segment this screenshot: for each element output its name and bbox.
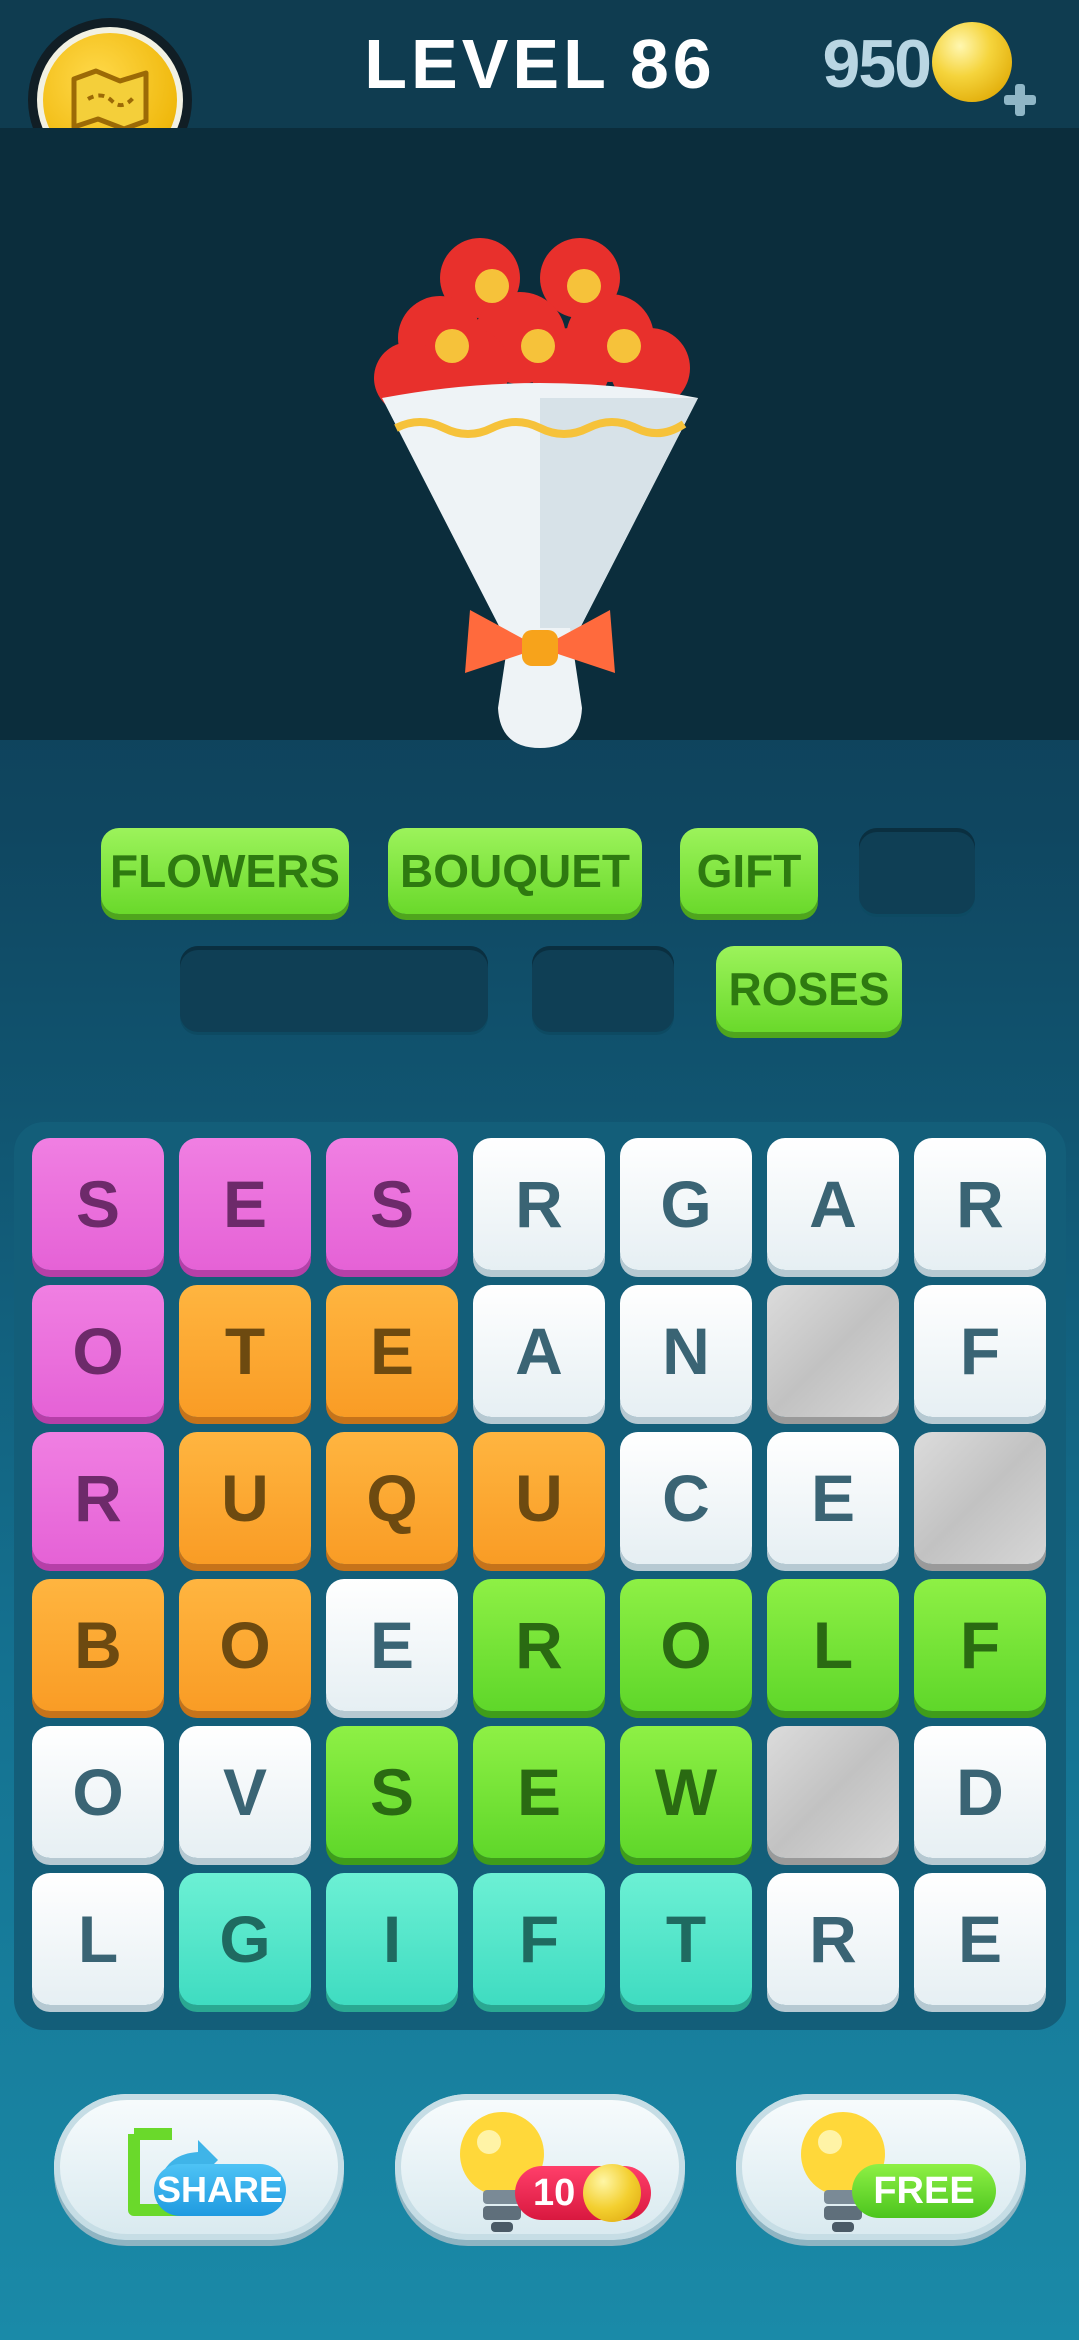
coin-count: 950 xyxy=(822,26,932,102)
letter-tile[interactable]: A xyxy=(767,1138,899,1270)
answer-slots: FLOWERS BOUQUET GIFT ROSES xyxy=(0,740,1079,1120)
answer-slot-5 xyxy=(180,946,488,1032)
letter-tile[interactable]: O xyxy=(32,1726,164,1858)
letter-tile[interactable]: I xyxy=(326,1873,458,2005)
letter-tile[interactable]: E xyxy=(326,1579,458,1711)
letter-tile[interactable]: E xyxy=(914,1873,1046,2005)
coin-icon xyxy=(583,2164,641,2222)
letter-grid: SESRGAROTEANFRUQUCEBOEROLFOVSEWDLGIFTRE xyxy=(14,1122,1066,2030)
letter-tile[interactable]: E xyxy=(473,1726,605,1858)
letter-tile[interactable]: V xyxy=(179,1726,311,1858)
free-label: FREE xyxy=(852,2164,996,2218)
letter-tile[interactable]: F xyxy=(473,1873,605,2005)
hint-button[interactable]: 10 xyxy=(395,2094,685,2240)
bouquet-icon xyxy=(374,238,698,748)
letter-tile[interactable]: G xyxy=(620,1138,752,1270)
letter-tile[interactable]: O xyxy=(32,1285,164,1417)
letter-tile[interactable]: R xyxy=(473,1579,605,1711)
letter-tile[interactable]: R xyxy=(473,1138,605,1270)
share-label: SHARE xyxy=(154,2164,286,2216)
game-screen: LEVEL 86 950 FLOWERS BOUQUET GIFT ROSES … xyxy=(0,0,1079,2340)
plus-icon[interactable] xyxy=(1000,80,1040,120)
letter-tile[interactable]: T xyxy=(179,1285,311,1417)
answer-slot-2: BOUQUET xyxy=(388,828,642,914)
letter-tile[interactable]: A xyxy=(473,1285,605,1417)
answer-slot-4 xyxy=(859,828,975,914)
letter-tile[interactable]: B xyxy=(32,1579,164,1711)
stone-tile xyxy=(767,1285,899,1417)
letter-tile[interactable]: F xyxy=(914,1579,1046,1711)
letter-tile[interactable]: C xyxy=(620,1432,752,1564)
clue-picture xyxy=(0,128,1079,748)
answer-slot-1: FLOWERS xyxy=(101,828,349,914)
stone-tile xyxy=(914,1432,1046,1564)
letter-tile[interactable]: W xyxy=(620,1726,752,1858)
letter-tile[interactable]: O xyxy=(620,1579,752,1711)
letter-tile[interactable]: E xyxy=(326,1285,458,1417)
letter-tile[interactable]: E xyxy=(179,1138,311,1270)
letter-tile[interactable]: S xyxy=(326,1726,458,1858)
letter-tile[interactable]: G xyxy=(179,1873,311,2005)
letter-tile[interactable]: R xyxy=(32,1432,164,1564)
letter-tile[interactable]: S xyxy=(32,1138,164,1270)
answer-slot-6 xyxy=(532,946,674,1032)
letter-tile[interactable]: S xyxy=(326,1138,458,1270)
answer-slot-3: GIFT xyxy=(680,828,818,914)
letter-tile[interactable]: T xyxy=(620,1873,752,2005)
stone-tile xyxy=(767,1726,899,1858)
letter-tile[interactable]: Q xyxy=(326,1432,458,1564)
level-number: 86 xyxy=(629,25,716,103)
letter-tile[interactable]: R xyxy=(914,1138,1046,1270)
letter-tile[interactable]: O xyxy=(179,1579,311,1711)
letter-tile[interactable]: U xyxy=(179,1432,311,1564)
free-hint-button[interactable]: FREE xyxy=(736,2094,1026,2240)
letter-tile[interactable]: N xyxy=(620,1285,752,1417)
letter-tile[interactable]: L xyxy=(32,1873,164,2005)
answer-slot-7: ROSES xyxy=(716,946,902,1032)
letter-tile[interactable]: L xyxy=(767,1579,899,1711)
level-label: LEVEL xyxy=(364,25,610,103)
letter-tile[interactable]: U xyxy=(473,1432,605,1564)
letter-tile[interactable]: E xyxy=(767,1432,899,1564)
level-title: LEVEL 86 xyxy=(340,22,740,106)
letter-tile[interactable]: F xyxy=(914,1285,1046,1417)
share-button[interactable]: SHARE xyxy=(54,2094,344,2240)
letter-tile[interactable]: R xyxy=(767,1873,899,2005)
letter-tile[interactable]: D xyxy=(914,1726,1046,1858)
